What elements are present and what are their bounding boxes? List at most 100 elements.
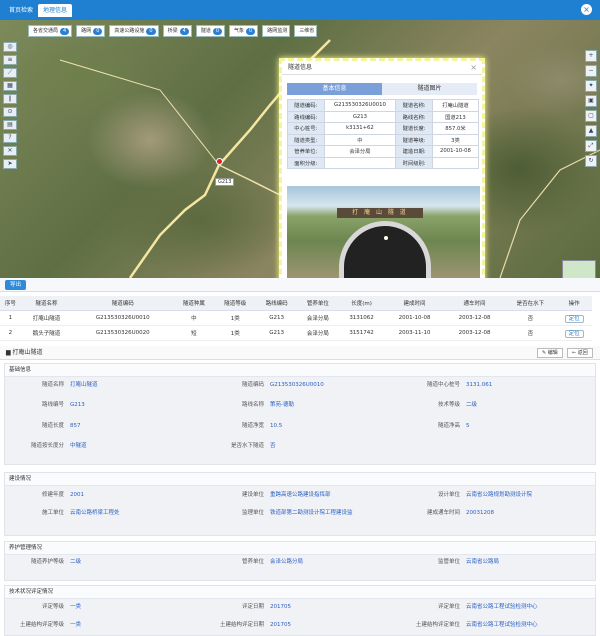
export-button[interactable]: 导出 <box>5 280 27 290</box>
field-label: 土建结构评定单位 <box>415 622 460 628</box>
section-title: 养护管理情况 <box>5 542 595 555</box>
road-label: G213 <box>215 178 235 186</box>
popup-value: 中 <box>323 133 397 146</box>
field-value: G213530326U0010 <box>270 382 324 388</box>
field-label: 是否水下隧道 <box>230 442 264 449</box>
popup-key: 隧道长度: <box>395 122 433 135</box>
top-bar: 首页检索 地理信息 × <box>0 0 600 20</box>
field-label: 隧道净宽 <box>241 422 264 429</box>
field-value: 201705 <box>270 604 291 610</box>
print-icon[interactable]: ▤ <box>3 120 17 130</box>
field-label: 修建年度 <box>41 492 64 498</box>
detail-field: 监管单位 云南省公路局 <box>360 557 499 567</box>
cell: 否 <box>504 325 557 341</box>
help-icon[interactable]: ? <box>3 133 17 143</box>
table-row[interactable]: 2 鹅头子隧道 G213530326U0020 短 1类 G213 会泽分局 3… <box>0 325 592 341</box>
field-value: 二级 <box>466 402 478 409</box>
terrain-icon[interactable]: ▲ <box>585 125 597 137</box>
popup-key: 管养单位: <box>287 145 325 158</box>
detail-field: 隧道编码 G213530326U0010 <box>176 380 324 390</box>
detail-title-text: 打庵山隧道 <box>12 349 43 356</box>
layer-bar: 各省交通局 4 路网 0 高速公路设施 0 桥梁 4 隧道 0 气象 0 路网监测 三维省 <box>28 25 318 37</box>
overview-minimap[interactable] <box>562 260 596 278</box>
field-label: 设计单位 <box>437 492 460 498</box>
cell: 否 <box>504 310 557 326</box>
popup-close-icon[interactable]: × <box>470 63 477 72</box>
tunnel-info-popup: 隧道信息 × 基本信息 隧道图片 隧道编码: G213530326U0010 隧道名… <box>279 58 485 278</box>
section-title: 基础信息 <box>5 364 595 377</box>
refresh-icon[interactable]: ↻ <box>585 155 597 167</box>
detail-field: 隧道中心桩号 3131.061 <box>360 380 492 390</box>
layer-tunnel[interactable]: 隧道 0 <box>195 25 226 37</box>
road-icon[interactable]: ∥ <box>3 94 17 104</box>
vector-icon[interactable]: ▢ <box>585 110 597 122</box>
popup-key: 隧道编码: <box>287 99 325 112</box>
edit-button[interactable]: ✎ 编辑 <box>537 348 563 358</box>
cell: 鹅头子隧道 <box>20 325 73 341</box>
col-header: 操作 <box>556 296 592 311</box>
edit-label: 编辑 <box>547 350 558 356</box>
layer-transport-bureau[interactable]: 各省交通局 4 <box>28 25 73 37</box>
clear-icon[interactable]: ✕ <box>3 146 17 156</box>
field-value: 201705 <box>270 622 291 628</box>
layer-bridge[interactable]: 桥梁 4 <box>162 25 192 37</box>
field-label: 评定日期 <box>241 604 264 610</box>
locate-button[interactable]: 定位 <box>564 329 584 338</box>
popup-value: G213 <box>323 110 397 123</box>
popup-tab-photos[interactable]: 隧道图片 <box>382 83 477 95</box>
compass-icon[interactable]: ✦ <box>585 80 597 92</box>
layer-road-network[interactable]: 路网 0 <box>76 25 106 37</box>
cell: 2003-11-10 <box>384 325 445 341</box>
popup-value: k3131+62 <box>323 122 397 135</box>
popup-key: 隧道类型: <box>287 133 325 146</box>
area-icon[interactable]: ▦ <box>3 81 17 91</box>
zoom-in-icon[interactable]: + <box>585 50 597 62</box>
popup-tab-basic[interactable]: 基本信息 <box>287 83 382 95</box>
tunnel-list-table: 序号 隧道名称 隧道编码 隧道种属 隧道等级 路线编码 管养单位 长度(m) 建… <box>0 296 592 341</box>
cursor-icon[interactable]: ➤ <box>3 159 17 169</box>
field-label: 监管单位 <box>437 559 460 565</box>
cell: G213 <box>255 325 298 341</box>
satellite-icon[interactable]: ▣ <box>585 95 597 107</box>
layer-monitor[interactable]: 路网监测 <box>262 25 291 37</box>
layers-icon[interactable]: ≡ <box>3 55 17 65</box>
field-value: 打庵山隧道 <box>70 382 98 388</box>
section-title: 建设情况 <box>5 473 595 486</box>
col-header: 序号 <box>0 296 21 311</box>
col-header: 路线编码 <box>255 296 298 311</box>
list-toolbar: 导出 <box>0 278 600 292</box>
locate-button[interactable]: 定位 <box>564 314 584 323</box>
popup-value: 3类 <box>431 133 480 146</box>
layer-weather[interactable]: 气象 0 <box>229 25 259 37</box>
field-label: 隧道中心桩号 <box>426 382 460 388</box>
tunnel-marker-icon[interactable] <box>216 158 223 165</box>
zoom-out-icon[interactable]: − <box>585 65 597 77</box>
map-view[interactable]: 各省交通局 4 路网 0 高速公路设施 0 桥梁 4 隧道 0 气象 0 路网监测 三维省 … <box>0 20 600 278</box>
close-icon[interactable]: × <box>581 4 592 15</box>
tunnel-sign: 打 庵 山 隧 道 <box>337 208 423 218</box>
detail-field: 施工单位 云南公路桥梁工程处 <box>10 508 120 518</box>
ruler-icon[interactable]: ⟋ <box>3 68 17 78</box>
detail-header: ▆ 打庵山隧道 ✎ 编辑 ← 返回 <box>0 346 600 360</box>
fullscreen-icon[interactable]: ⤢ <box>585 140 597 152</box>
back-button[interactable]: ← 返回 <box>567 348 593 358</box>
cell: 3131062 <box>338 310 385 326</box>
field-value: 云南省公路局 <box>466 559 500 565</box>
table-row[interactable]: 1 打庵山隧道 G213530326U0010 中 1类 G213 会泽分局 3… <box>0 310 592 326</box>
detail-field: 建设单位 重跨高速公路建设指挥部 <box>176 490 331 500</box>
location-icon[interactable]: ⊙ <box>3 107 17 117</box>
tab-geo-info[interactable]: 地理信息 <box>38 4 73 17</box>
detail-field: 土建结构评定日期 201705 <box>176 620 291 630</box>
popup-value: 会泽分局 <box>323 145 397 158</box>
layer-3d[interactable]: 三维省 <box>294 25 318 37</box>
detail-field <box>360 441 466 451</box>
field-value: 5 <box>466 422 470 429</box>
tab-home[interactable]: 首页检索 <box>4 4 38 17</box>
field-value: 一类 <box>70 604 82 610</box>
layer-highway-facility[interactable]: 高速公路设施 0 <box>109 25 159 37</box>
field-value: 重跨高速公路建设指挥部 <box>270 492 331 498</box>
globe-icon[interactable]: ◎ <box>3 42 17 52</box>
cell: G213530326U0010 <box>72 310 174 326</box>
popup-key: 隧道等级: <box>395 133 433 146</box>
cell: 短 <box>173 325 215 341</box>
